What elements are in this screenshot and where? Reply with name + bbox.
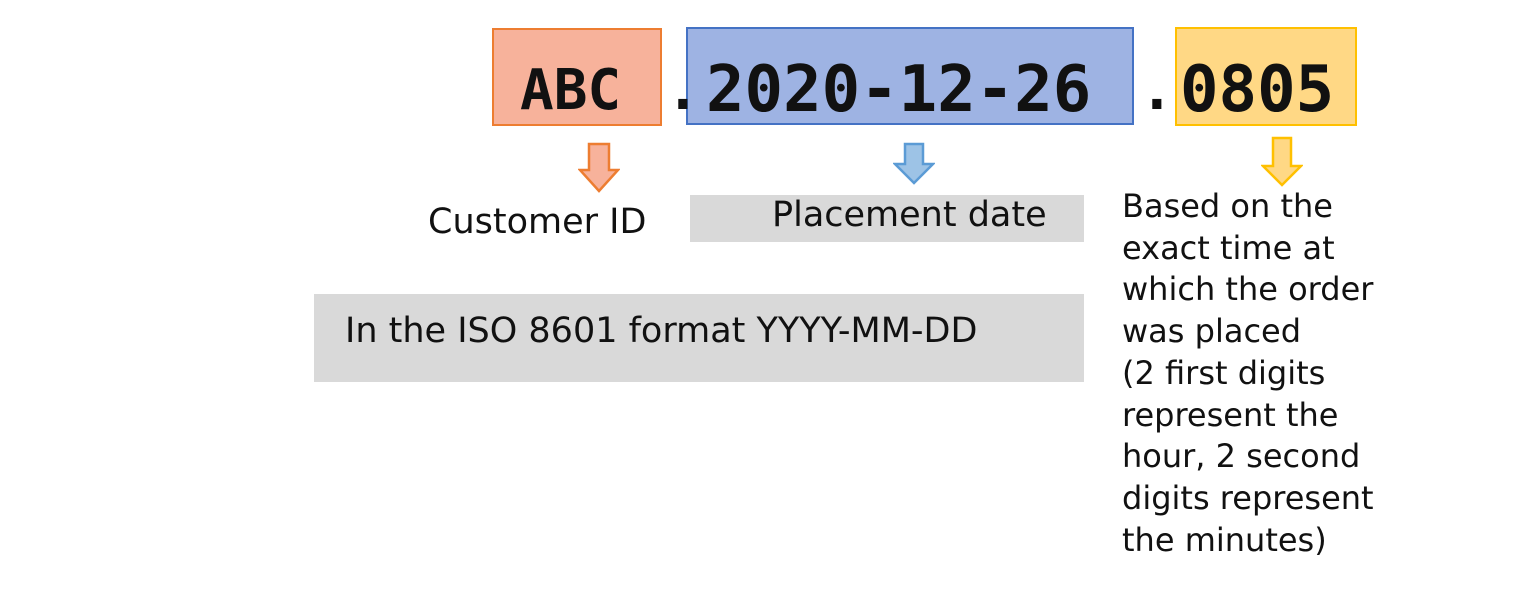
time-note-line: Based on the bbox=[1122, 187, 1333, 225]
customer-id-label: Customer ID bbox=[428, 202, 647, 242]
separator-dot-1: . bbox=[666, 58, 700, 123]
placement-time-code: 0805 bbox=[1180, 53, 1335, 127]
time-note-line: digits represent bbox=[1122, 478, 1374, 517]
time-note-line: which the order bbox=[1122, 270, 1374, 309]
time-note-line: hour, 2 second bbox=[1122, 437, 1361, 476]
arrow-down-icon bbox=[1261, 136, 1303, 187]
customer-arrow-shape bbox=[578, 142, 620, 193]
placement-date-label: Placement date bbox=[772, 195, 1047, 235]
time-arrow-shape bbox=[1261, 136, 1303, 187]
time-note-line: the minutes) bbox=[1122, 520, 1327, 559]
time-note-line: represent the bbox=[1122, 395, 1339, 434]
placement-time-note: Based on the exact time at which the ord… bbox=[1122, 186, 1512, 561]
time-note-line: exact time at bbox=[1122, 228, 1335, 267]
arrow-down-icon bbox=[578, 142, 620, 193]
iso-format-note: In the ISO 8601 format YYYY-MM-DD bbox=[345, 311, 978, 351]
date-arrow-shape bbox=[893, 142, 935, 185]
placement-date-code: 2020-12-26 bbox=[706, 53, 1092, 127]
separator-dot-2: . bbox=[1140, 58, 1174, 123]
customer-id-code: ABC bbox=[520, 58, 622, 123]
time-note-line: (2 first digits bbox=[1122, 353, 1326, 392]
arrow-down-icon bbox=[893, 142, 935, 185]
time-note-line: was placed bbox=[1122, 312, 1302, 351]
